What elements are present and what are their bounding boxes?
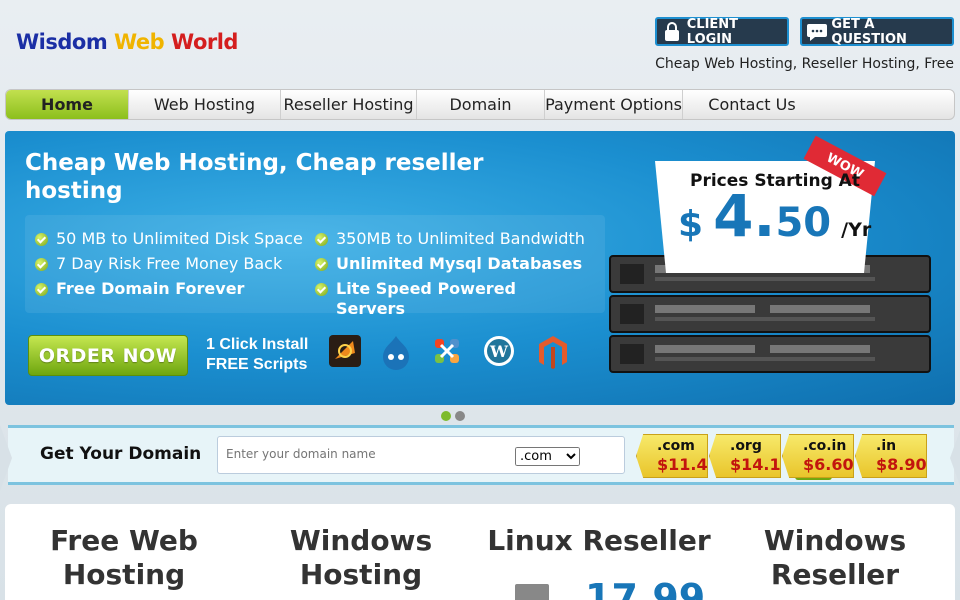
tld-ext: .org [730,438,762,454]
nav-item-payment-options[interactable]: Payment Options [545,90,683,119]
tld-ext: .com [657,438,695,454]
plan-windows-hosting[interactable]: Windows Hosting [276,524,446,592]
get-question-button[interactable]: GET A QUESTION [800,16,954,47]
plan-windows-reseller[interactable]: Windows Reseller [750,524,920,592]
client-login-label: CLIENT LOGIN [686,16,739,47]
linux-reseller-price: 17.99 [585,576,706,600]
lock-icon [657,19,687,44]
tld-price-tag[interactable]: .org $14.1 [709,434,781,478]
site-logo[interactable]: Wisdom Web World [16,30,238,54]
logo-word-web: Web [114,30,165,54]
price-currency: $ [678,204,704,245]
tld-price-tag[interactable]: .com $11.4 [636,434,708,478]
nav-item-home[interactable]: Home [6,90,129,119]
slider-dot[interactable] [455,411,465,421]
tld-price-tag[interactable]: .co.in $6.60 [782,434,854,478]
slider-dots [441,411,465,421]
client-login-button[interactable]: CLIENT LOGIN [655,16,789,47]
chat-bubble-icon [802,19,831,44]
server-thumbnail [515,584,549,600]
domain-label: Get Your Domain [40,444,202,464]
nav-item-reseller-hosting[interactable]: Reseller Hosting [281,90,417,119]
price-decimal: 50 [775,200,832,246]
tld-price: $8.90 [876,455,927,474]
tld-price: $14.1 [730,455,781,474]
logo-word-wisdom: Wisdom [16,30,108,54]
nav-item-domain[interactable]: Domain [417,90,545,119]
price-period: /Yr [841,219,872,241]
price-integer: 4. [713,182,776,250]
nav-item-contact-us[interactable]: Contact Us [683,90,821,119]
domain-search-input[interactable] [226,447,506,461]
tagline: Cheap Web Hosting, Reseller Hosting, Fre… [655,56,954,72]
get-question-label: GET A QUESTION [831,16,907,47]
main-nav: Home Web Hosting Reseller Hosting Domain… [5,89,955,120]
tld-price-tag[interactable]: .in $8.90 [855,434,927,478]
tld-ext: .in [876,438,897,454]
plan-linux-reseller[interactable]: Linux Reseller [486,524,712,558]
tld-ext: .co.in [803,438,847,454]
nav-item-web-hosting[interactable]: Web Hosting [129,90,281,119]
starting-price: $ 4. 50 /Yr [678,182,871,250]
slider-dot[interactable] [441,411,451,421]
domain-input-box: .com GO [217,436,832,480]
tld-select[interactable]: .com [515,447,580,466]
domain-search-bar: Get Your Domain .com GO .com$11.4 .org$1… [0,425,960,491]
tld-price: $6.60 [803,455,854,474]
logo-word-world: World [171,30,238,54]
plan-free-web-hosting[interactable]: Free Web Hosting [44,524,204,592]
tld-price: $11.4 [657,455,708,474]
